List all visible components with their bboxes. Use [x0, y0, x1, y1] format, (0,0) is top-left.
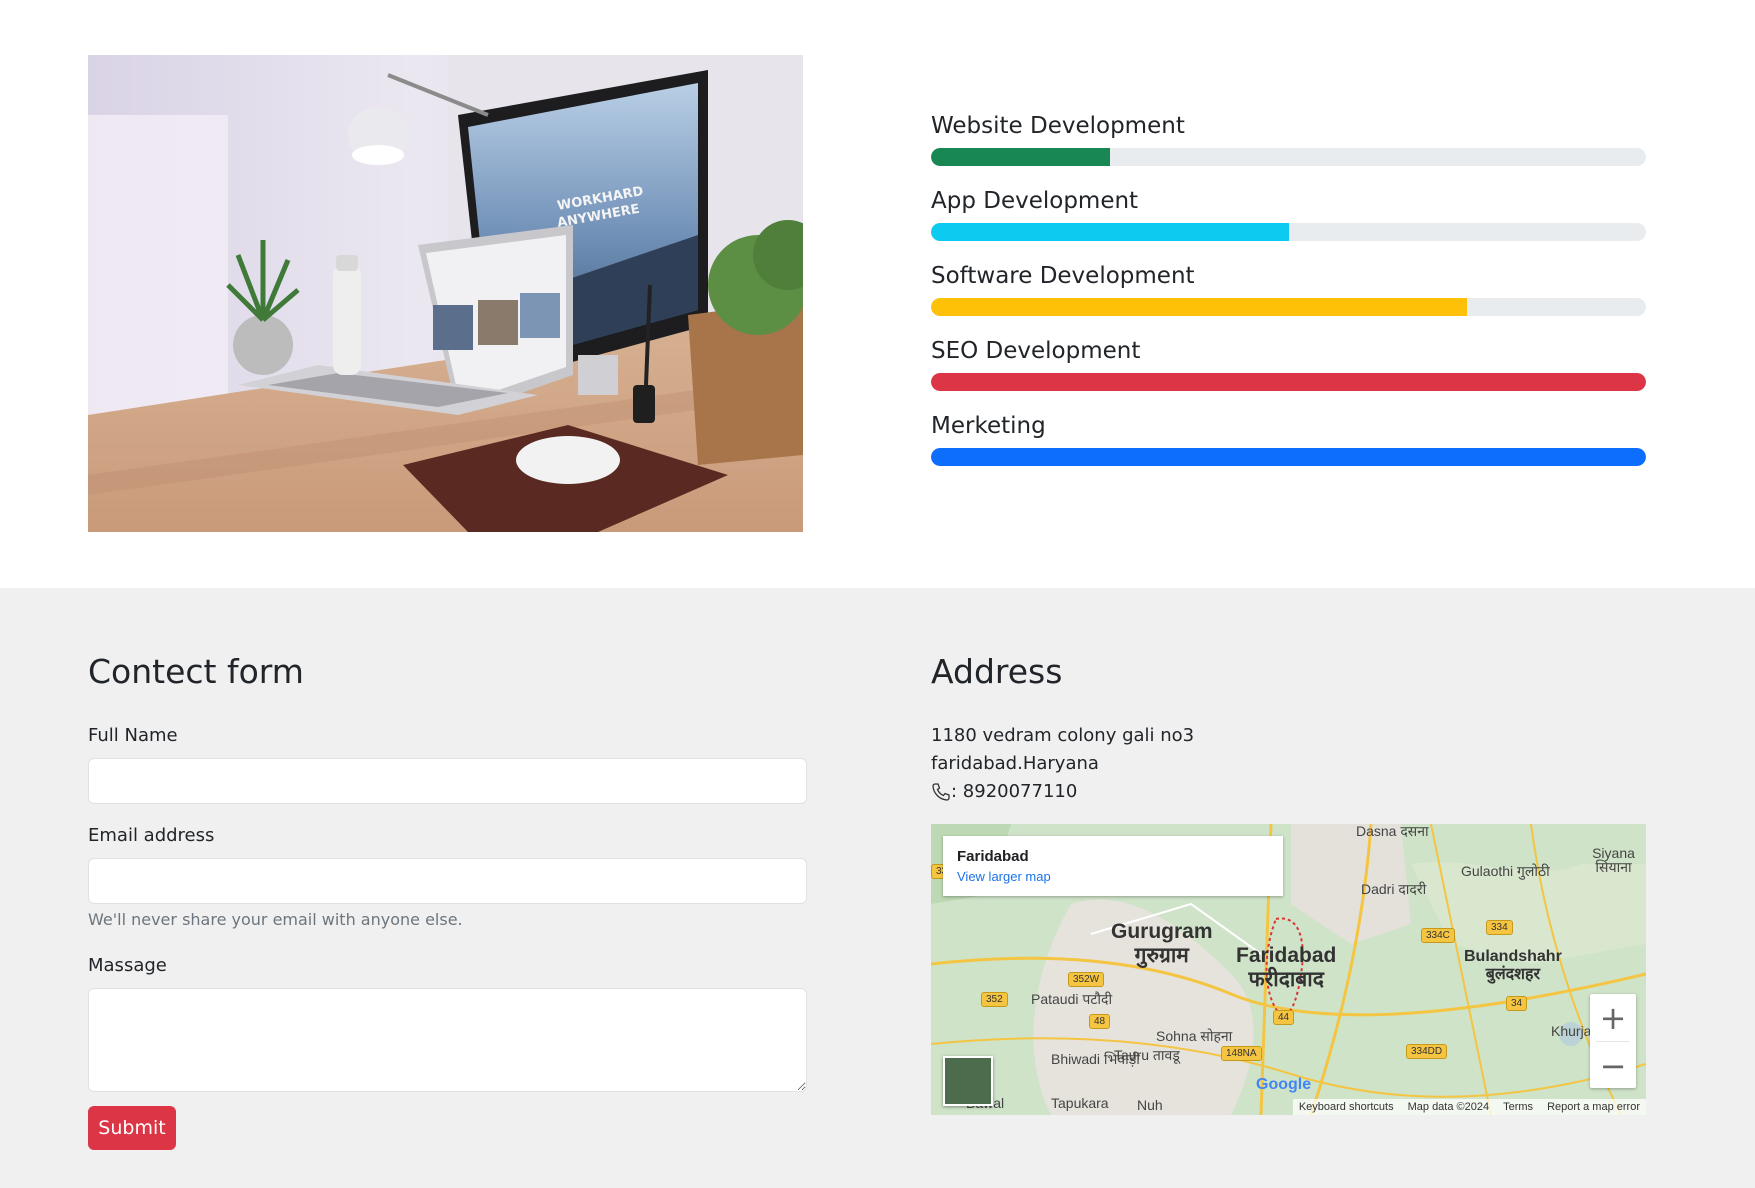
map-city-native: बुलंदशहर	[1485, 966, 1541, 983]
progress-bar	[931, 223, 1646, 241]
skills-section: WORKHARD ANYWHERE Website Development Ap…	[0, 0, 1755, 588]
message-textarea[interactable]	[88, 988, 807, 1092]
map-place: Tapukara	[1051, 1095, 1109, 1111]
keyboard-shortcuts-link[interactable]: Keyboard shortcuts	[1299, 1101, 1394, 1113]
skill-item: App Development	[931, 185, 1646, 260]
progress-fill	[931, 223, 1289, 241]
map-place: Nuh	[1137, 1097, 1163, 1113]
highway-shield: 352	[981, 992, 1008, 1007]
workspace-photo: WORKHARD ANYWHERE	[88, 55, 803, 532]
skill-item: Software Development	[931, 260, 1646, 335]
map-zoom-controls: + −	[1590, 994, 1636, 1088]
map-place-card: Faridabad View larger map	[943, 836, 1283, 896]
contact-form-title: Contect form	[88, 652, 304, 691]
highway-shield: 352W	[1068, 972, 1105, 987]
highway-shield: 334C	[1421, 928, 1455, 943]
map-place-name: Faridabad	[957, 848, 1029, 865]
google-map-embed[interactable]: Gurugram गुरुग्राम Faridabad फरीदाबाद Bu…	[931, 824, 1646, 1115]
skill-label: Merketing	[931, 413, 1046, 439]
address-line-1: 1180 vedram colony gali no3	[931, 725, 1195, 746]
progress-bar	[931, 373, 1646, 391]
view-larger-map-link[interactable]: View larger map	[957, 869, 1051, 884]
map-city-gurugram: Gurugram गुरुग्राम	[1111, 920, 1213, 968]
map-footer: Keyboard shortcuts Map data ©2024 Terms …	[1292, 1099, 1646, 1115]
map-city-name: Gurugram	[1111, 920, 1213, 943]
terms-link[interactable]: Terms	[1503, 1101, 1533, 1113]
progress-fill	[931, 148, 1110, 166]
zoom-out-button[interactable]: −	[1590, 1042, 1636, 1089]
highway-shield: 334	[1486, 920, 1513, 935]
address-title: Address	[931, 652, 1063, 691]
full-name-label: Full Name	[88, 725, 178, 746]
map-place: Gulaothi गुलोठी	[1461, 863, 1550, 879]
map-city-faridabad: Faridabad फरीदाबाद	[1236, 944, 1336, 992]
skill-label: SEO Development	[931, 338, 1141, 364]
telephone-icon	[931, 782, 951, 802]
map-city-bulandshahr: Bulandshahr बुलंदशहर	[1464, 948, 1562, 984]
map-place: Pataudi पटौदी	[1031, 991, 1113, 1007]
submit-button[interactable]: Submit	[88, 1106, 176, 1150]
map-data-attribution: Map data ©2024	[1407, 1101, 1490, 1113]
progress-bar	[931, 448, 1646, 466]
progress-fill	[931, 298, 1468, 316]
satellite-layer-toggle[interactable]	[943, 1056, 993, 1106]
zoom-in-button[interactable]: +	[1590, 994, 1636, 1041]
skill-label: Software Development	[931, 263, 1195, 289]
phone-number: : 8920077110	[951, 781, 1078, 802]
skill-item: Merketing	[931, 410, 1646, 485]
map-place: Dadri दादरी	[1361, 881, 1427, 897]
highway-shield: 48	[1089, 1014, 1111, 1029]
full-name-input[interactable]	[88, 758, 807, 804]
progress-fill	[931, 448, 1646, 466]
highway-shield: 334DD	[1406, 1044, 1448, 1059]
map-place: Dasna दसना	[1356, 824, 1429, 839]
skill-item: Website Development	[931, 110, 1646, 185]
highway-shield: 148NA	[1221, 1046, 1262, 1061]
map-city-native: गुरुग्राम	[1134, 944, 1189, 967]
skill-label: Website Development	[931, 113, 1185, 139]
skill-label: App Development	[931, 188, 1139, 214]
map-city-name: Faridabad	[1236, 944, 1337, 967]
email-label: Email address	[88, 825, 215, 846]
skills-list: Website Development App Development Soft…	[931, 110, 1646, 485]
highway-shield: 44	[1273, 1010, 1295, 1025]
skill-item: SEO Development	[931, 335, 1646, 410]
map-place: Sohna सोहना	[1156, 1028, 1233, 1044]
email-input[interactable]	[88, 858, 807, 904]
map-place: Siyana सियाना	[1592, 845, 1635, 875]
phone-line: : 8920077110	[931, 778, 1077, 806]
report-map-error-link[interactable]: Report a map error	[1547, 1101, 1640, 1113]
progress-bar	[931, 148, 1646, 166]
google-logo: Google	[1256, 1076, 1312, 1093]
map-city-name: Bulandshahr	[1464, 948, 1562, 965]
map-city-native: फरीदाबाद	[1248, 968, 1324, 991]
workspace-photo-illustration: WORKHARD ANYWHERE	[88, 55, 803, 532]
map-place: Tauru तावडू	[1114, 1047, 1180, 1063]
address-line-2: faridabad.Haryana	[931, 753, 1099, 774]
email-help-text: We'll never share your email with anyone…	[88, 910, 463, 929]
progress-fill	[931, 373, 1646, 391]
highway-shield: 34	[1506, 996, 1528, 1011]
progress-bar	[931, 298, 1646, 316]
message-label: Massage	[88, 955, 167, 976]
